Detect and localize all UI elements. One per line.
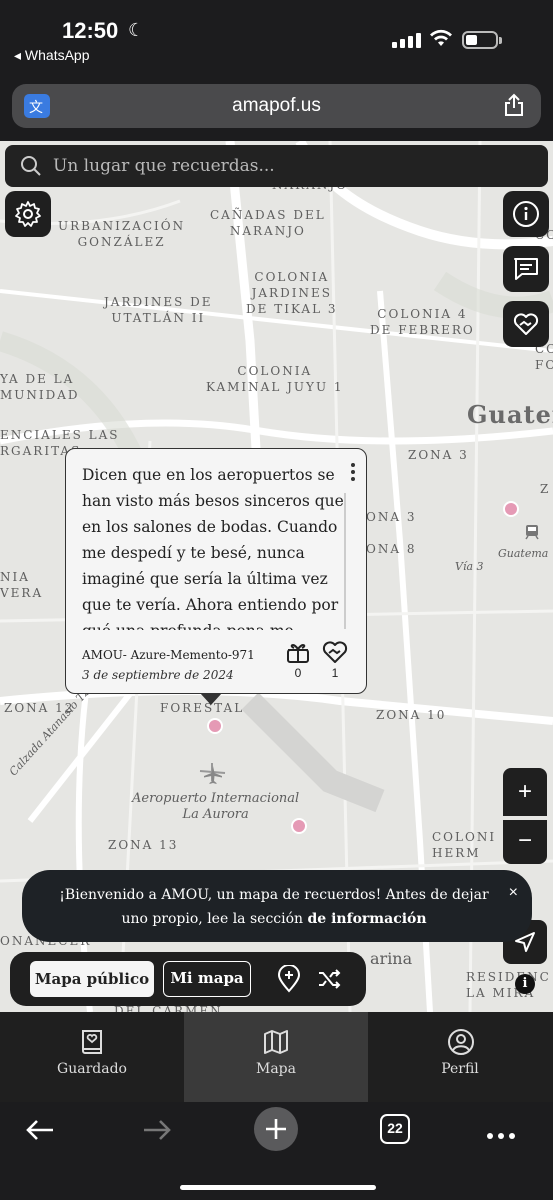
zoom-in-button[interactable]: + <box>503 768 547 816</box>
memory-popup[interactable]: Dicen que en los aeropuertos se han vist… <box>65 448 367 705</box>
search-bar[interactable]: Un lugar que recuerdas... <box>5 145 548 187</box>
map-label: JARDINES DE UTATLÁN II <box>104 295 213 325</box>
save-count: 0 <box>294 666 302 680</box>
wifi-icon <box>430 29 452 46</box>
shuffle-icon[interactable] <box>317 967 341 991</box>
memory-author: AMOU- Azure-Memento-971 <box>82 648 255 662</box>
nav-map-label: Mapa <box>256 1061 296 1077</box>
new-tab-button[interactable] <box>254 1107 298 1151</box>
nav-profile[interactable]: Perfil <box>368 1012 552 1102</box>
back-to-app-link[interactable]: ◂ WhatsApp <box>14 47 90 64</box>
memory-pin[interactable] <box>291 818 307 834</box>
feedback-button[interactable] <box>503 246 549 292</box>
map-icon <box>264 1030 288 1054</box>
airport-icon <box>204 766 222 784</box>
tabs-button[interactable]: 22 <box>380 1114 410 1144</box>
nav-profile-label: Perfil <box>441 1061 479 1077</box>
info-icon <box>513 201 539 227</box>
nav-saved-label: Guardado <box>57 1061 127 1077</box>
map-label: Guatema <box>498 547 549 560</box>
address-bar[interactable]: amapof.us <box>12 84 541 128</box>
my-map-button[interactable]: Mi mapa <box>163 961 251 997</box>
memory-pin[interactable] <box>207 718 223 734</box>
map-label: ZONA 3 <box>408 448 469 462</box>
map-label: COLONIA KAMINAL JUYU 1 <box>206 364 344 394</box>
nav-map[interactable]: Mapa <box>184 1012 368 1102</box>
plus-icon <box>266 1119 286 1139</box>
map-label: ONA 3 <box>366 510 417 524</box>
cellular-signal-icon <box>392 32 422 48</box>
attribution-info-icon[interactable]: i <box>515 974 535 994</box>
toast-message: ¡Bienvenido a AMOU, un mapa de recuerdos… <box>59 887 489 927</box>
map-label: Vía 3 <box>455 560 484 573</box>
add-pin-icon[interactable] <box>277 965 301 993</box>
url-text[interactable]: amapof.us <box>12 95 541 117</box>
heart-count: 1 <box>331 666 339 680</box>
map-label: ZONA 13 <box>108 838 179 852</box>
map-label: COLONI HERM <box>432 830 497 860</box>
bookmark-book-icon <box>82 1030 102 1054</box>
search-input[interactable]: Un lugar que recuerdas... <box>53 156 275 176</box>
settings-button[interactable] <box>5 191 51 237</box>
zoom-out-button[interactable]: − <box>503 820 547 864</box>
info-button[interactable] <box>503 191 549 237</box>
map-label: ONA 8 <box>366 542 417 556</box>
heart-handshake-icon <box>322 641 348 663</box>
popup-scrollbar[interactable] <box>344 493 346 629</box>
back-arrow-icon[interactable] <box>25 1118 55 1142</box>
heart-hands-button[interactable] <box>503 301 549 347</box>
info-section-link[interactable]: de información <box>308 911 427 927</box>
close-toast-button[interactable]: × <box>509 884 518 902</box>
home-indicator <box>180 1185 376 1190</box>
map-label: ZONA 10 <box>376 708 447 722</box>
save-stat[interactable]: 0 <box>283 640 313 680</box>
user-circle-icon <box>448 1029 474 1055</box>
chat-icon <box>514 258 538 280</box>
gift-box-icon <box>287 644 309 663</box>
map-label: CAÑADAS DEL NARANJO <box>210 208 326 238</box>
public-map-button[interactable]: Mapa público <box>30 961 154 997</box>
welcome-toast: ¡Bienvenido a AMOU, un mapa de recuerdos… <box>22 870 532 942</box>
bottom-navigation: Guardado Mapa Perfil <box>0 1012 553 1102</box>
map-label: NIA VERA <box>0 570 44 600</box>
gear-icon <box>15 201 41 227</box>
map-toggle-bar: Mapa público Mi mapa <box>10 952 366 1006</box>
map-label: YA DE LA MUNIDAD <box>0 372 80 402</box>
moon-icon: ☾ <box>128 20 145 40</box>
battery-icon <box>462 31 502 49</box>
memory-pin[interactable] <box>503 501 519 517</box>
map-label: Z <box>540 482 551 496</box>
status-bar: 12:50 ☾ ◂ WhatsApp <box>0 0 553 80</box>
train-icon <box>525 525 539 540</box>
map-label-city: Guater <box>467 400 553 429</box>
map-label: COLONIA JARDINES DE TIKAL 3 <box>246 270 338 316</box>
search-icon <box>21 156 41 176</box>
heart-stat[interactable]: 1 <box>320 640 350 680</box>
map-label: arina <box>370 949 413 968</box>
clock: 12:50 <box>62 18 119 43</box>
map-label-airport: Aeropuerto Internacional La Aurora <box>132 791 300 822</box>
forward-arrow-icon[interactable] <box>142 1118 172 1142</box>
map-label: COLONIA 4 DE FEBRERO <box>370 307 475 337</box>
memory-text: Dicen que en los aeropuertos se han vist… <box>82 466 344 630</box>
more-icon[interactable] <box>487 1126 520 1144</box>
share-icon[interactable] <box>503 93 525 117</box>
heart-handshake-icon <box>513 313 539 335</box>
nav-saved[interactable]: Guardado <box>0 1012 184 1102</box>
kebab-menu-icon[interactable] <box>351 463 357 483</box>
map-label: URBANIZACIÓN GONZÁLEZ <box>58 219 186 249</box>
map-label: RESIDENC LA MIRA <box>466 970 551 1000</box>
memory-date: 3 de septiembre de 2024 <box>82 668 234 682</box>
